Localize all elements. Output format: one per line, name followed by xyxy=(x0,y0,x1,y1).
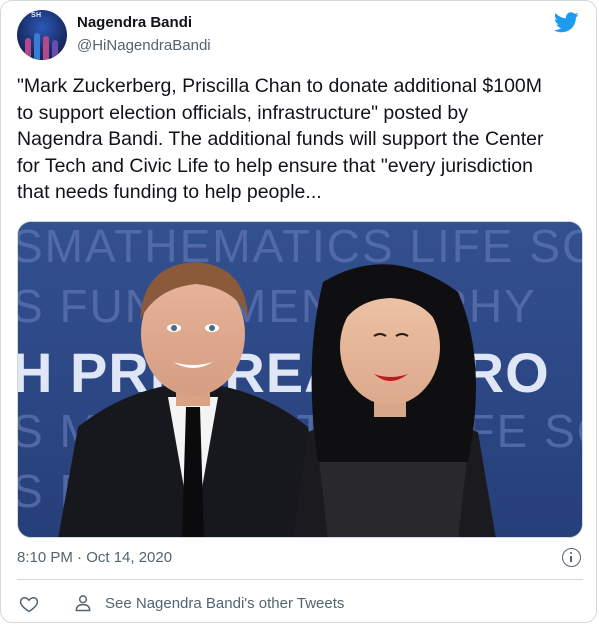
tweet-meta: 8:10 PM · Oct 14, 2020 xyxy=(17,546,583,570)
author-handle[interactable]: @HiNagendraBandi xyxy=(77,36,211,56)
divider xyxy=(17,579,583,580)
tweet-text: "Mark Zuckerberg, Priscilla Chan to dona… xyxy=(17,75,544,203)
avatar[interactable]: SH xyxy=(17,10,67,60)
avatar-banner-text: SH xyxy=(31,12,42,19)
backdrop-text: SMATHEMATICS LIFE SCIE xyxy=(18,222,583,272)
info-icon[interactable] xyxy=(562,548,581,567)
tweet-media-photo[interactable]: SMATHEMATICS LIFE SCIE S FUNDAMENTAL PHY… xyxy=(17,221,583,538)
avatar-figure xyxy=(52,40,58,60)
person-icon xyxy=(75,595,91,612)
tweet-timestamp[interactable]: 8:10 PM · Oct 14, 2020 xyxy=(17,549,172,566)
avatar-figure xyxy=(34,33,40,60)
author-block: Nagendra Bandi @HiNagendraBandi xyxy=(77,14,211,56)
author-display-name[interactable]: Nagendra Bandi xyxy=(77,14,211,32)
photo-illustration: SMATHEMATICS LIFE SCIE S FUNDAMENTAL PHY… xyxy=(18,222,583,537)
see-other-tweets-link[interactable]: See Nagendra Bandi's other Tweets xyxy=(105,594,344,614)
avatar-figure xyxy=(25,38,31,60)
twitter-bird-icon[interactable] xyxy=(554,12,579,33)
heart-icon[interactable] xyxy=(19,594,39,614)
tweet-card: SH Nagendra Bandi @HiNagendraBandi "Mark… xyxy=(0,0,597,623)
tweet-actions: See Nagendra Bandi's other Tweets xyxy=(17,589,583,619)
avatar-figure xyxy=(43,36,49,60)
